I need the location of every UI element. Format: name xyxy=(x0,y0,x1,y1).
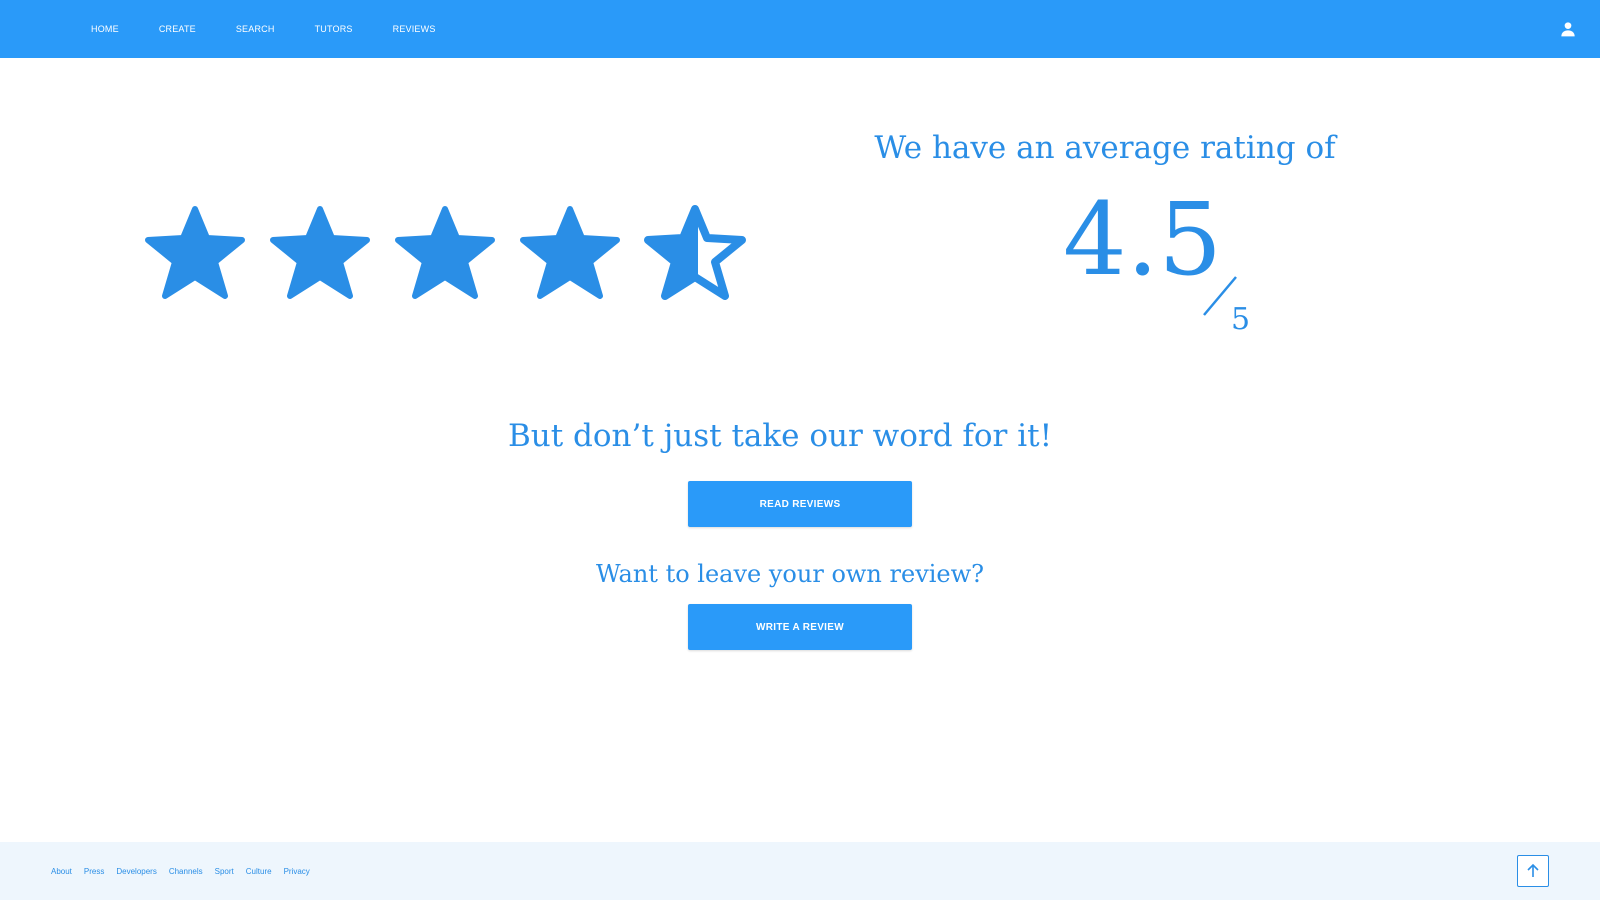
rating-value: 4.5 xyxy=(1063,181,1223,298)
top-navigation-bar: HOME CREATE SEARCH TUTORS REVIEWS xyxy=(0,0,1600,58)
main-nav: HOME CREATE SEARCH TUTORS REVIEWS xyxy=(91,0,476,58)
rating-max: 5 xyxy=(1231,302,1251,337)
star-half-icon xyxy=(644,205,746,300)
star-full-icon xyxy=(395,206,495,299)
cta-heading: But don’t just take our word for it! xyxy=(507,418,1053,454)
footer-link-developers[interactable]: Developers xyxy=(116,867,156,876)
footer: About Press Developers Channels Sport Cu… xyxy=(0,842,1600,900)
footer-link-privacy[interactable]: Privacy xyxy=(284,867,310,876)
star-full-icon xyxy=(520,206,620,299)
nav-item-create[interactable]: CREATE xyxy=(159,24,196,34)
nav-item-reviews[interactable]: REVIEWS xyxy=(393,24,436,34)
footer-links: About Press Developers Channels Sport Cu… xyxy=(51,842,322,900)
arrow-up-icon xyxy=(1527,863,1539,877)
footer-link-channels[interactable]: Channels xyxy=(169,867,203,876)
footer-link-culture[interactable]: Culture xyxy=(246,867,272,876)
star-full-icon xyxy=(145,206,245,299)
nav-item-home[interactable]: HOME xyxy=(91,24,119,34)
footer-link-press[interactable]: Press xyxy=(84,867,104,876)
read-reviews-button[interactable]: READ REVIEWS xyxy=(688,481,912,527)
star-full-icon xyxy=(270,206,370,299)
footer-link-sport[interactable]: Sport xyxy=(215,867,234,876)
user-icon[interactable] xyxy=(1560,21,1576,37)
rating-heading: We have an average rating of xyxy=(874,130,1336,166)
footer-link-about[interactable]: About xyxy=(51,867,72,876)
write-review-button[interactable]: WRITE A REVIEW xyxy=(688,604,912,650)
nav-item-search[interactable]: SEARCH xyxy=(236,24,275,34)
cta-subheading: Want to leave your own review? xyxy=(595,560,985,588)
nav-item-tutors[interactable]: TUTORS xyxy=(315,24,353,34)
star-rating xyxy=(140,205,750,301)
back-to-top-button[interactable] xyxy=(1517,855,1549,887)
